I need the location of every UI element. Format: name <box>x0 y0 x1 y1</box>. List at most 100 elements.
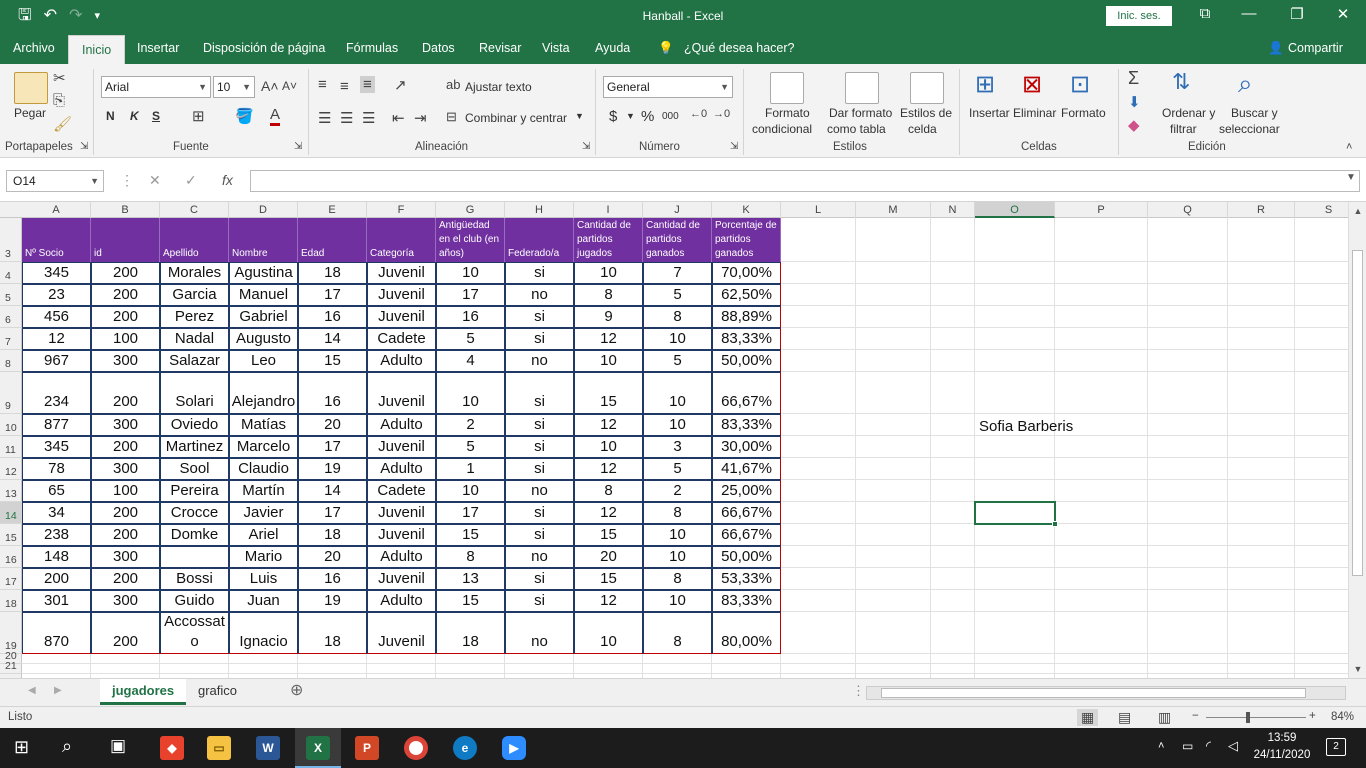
fill-icon[interactable]: ⬇ <box>1128 93 1141 111</box>
table-cell[interactable]: 12 <box>574 414 643 436</box>
table-cell[interactable]: 70,00% <box>712 262 781 284</box>
wifi-icon[interactable]: ◜ <box>1206 738 1211 754</box>
table-cell[interactable]: 10 <box>436 262 505 284</box>
column-header[interactable]: S <box>1295 202 1348 218</box>
table-header-cell[interactable]: Categoría <box>367 218 436 262</box>
currency-button[interactable]: $ <box>609 108 617 125</box>
format-as-table-label-1[interactable]: Dar formato <box>829 106 892 120</box>
table-cell[interactable]: 5 <box>643 284 712 306</box>
table-cell[interactable]: 234 <box>22 372 91 414</box>
table-cell[interactable]: 15 <box>574 524 643 546</box>
table-cell[interactable]: Morales <box>160 262 229 284</box>
horizontal-scrollbar[interactable] <box>866 686 1346 700</box>
table-cell[interactable]: 62,50% <box>712 284 781 306</box>
table-cell[interactable]: 15 <box>574 568 643 590</box>
row-header[interactable]: 9 <box>0 372 22 414</box>
table-cell[interactable]: Cadete <box>367 480 436 502</box>
table-cell[interactable]: 30,00% <box>712 436 781 458</box>
table-cell[interactable]: si <box>505 328 574 350</box>
table-cell[interactable]: 15 <box>298 350 367 372</box>
column-header[interactable]: F <box>367 202 436 218</box>
sheet-tab-grafico[interactable]: grafico <box>186 679 249 705</box>
table-cell[interactable]: si <box>505 502 574 524</box>
decrease-decimal-icon[interactable]: →0 <box>713 108 730 120</box>
table-cell[interactable]: Juvenil <box>367 524 436 546</box>
table-cell[interactable]: 18 <box>436 612 505 654</box>
table-cell[interactable]: Domke <box>160 524 229 546</box>
horizontal-scroll-thumb[interactable] <box>881 688 1306 698</box>
table-cell[interactable]: Crocce <box>160 502 229 524</box>
table-cell[interactable]: 200 <box>91 502 160 524</box>
table-cell[interactable]: Adulto <box>367 590 436 612</box>
row-header[interactable]: 4 <box>0 262 22 284</box>
number-launcher-icon[interactable]: ⇲ <box>730 141 738 152</box>
table-cell[interactable]: Matías <box>229 414 298 436</box>
table-cell[interactable]: Juvenil <box>367 262 436 284</box>
table-cell[interactable]: Augusto <box>229 328 298 350</box>
table-cell[interactable]: 10 <box>643 524 712 546</box>
table-cell[interactable]: 13 <box>436 568 505 590</box>
table-cell[interactable]: 300 <box>91 414 160 436</box>
tab-disposicion[interactable]: Disposición de página <box>203 41 325 55</box>
word-icon[interactable]: W <box>256 736 280 760</box>
table-cell[interactable]: 18 <box>298 612 367 654</box>
table-cell[interactable]: Cadete <box>367 328 436 350</box>
table-cell[interactable]: Juvenil <box>367 502 436 524</box>
table-cell[interactable]: 300 <box>91 458 160 480</box>
table-cell[interactable]: 870 <box>22 612 91 654</box>
table-cell[interactable]: Guido <box>160 590 229 612</box>
borders-icon[interactable]: ⊞ <box>192 107 205 125</box>
cell-styles-label-2[interactable]: celda <box>908 122 937 136</box>
customize-qat-icon[interactable]: ▾ <box>94 6 100 26</box>
grow-font-icon[interactable]: A˄ <box>261 78 279 94</box>
redo-icon[interactable]: ↷ <box>69 6 82 26</box>
table-cell[interactable]: 10 <box>574 262 643 284</box>
fill-color-icon[interactable]: 🪣 <box>235 107 254 125</box>
table-cell[interactable]: 10 <box>574 436 643 458</box>
tab-insertar[interactable]: Insertar <box>137 41 179 55</box>
table-cell[interactable]: Adulto <box>367 414 436 436</box>
tab-inicio[interactable]: Inicio <box>68 35 126 64</box>
column-header[interactable]: O <box>975 202 1055 218</box>
file-explorer-icon[interactable]: ▭ <box>207 736 231 760</box>
table-cell[interactable]: 2 <box>436 414 505 436</box>
table-cell[interactable]: Accossato <box>160 612 229 654</box>
thousands-button[interactable]: 000 <box>662 111 679 122</box>
table-cell[interactable]: 300 <box>91 590 160 612</box>
row-header[interactable]: 19 <box>0 612 22 654</box>
table-cell[interactable]: Solari <box>160 372 229 414</box>
table-header-cell[interactable]: Nombre <box>229 218 298 262</box>
row-header[interactable]: 11 <box>0 436 22 458</box>
column-header[interactable]: B <box>91 202 160 218</box>
align-middle-icon[interactable]: ≡ <box>340 78 349 95</box>
table-cell[interactable]: 456 <box>22 306 91 328</box>
table-cell[interactable]: Juvenil <box>367 436 436 458</box>
column-header[interactable]: N <box>931 202 975 218</box>
table-cell[interactable]: 19 <box>298 590 367 612</box>
table-header-cell[interactable]: Edad <box>298 218 367 262</box>
tell-me-search[interactable]: ¿Qué desea hacer? <box>684 41 795 55</box>
table-cell[interactable]: Manuel <box>229 284 298 306</box>
table-cell[interactable]: 9 <box>574 306 643 328</box>
table-cell[interactable]: 14 <box>298 480 367 502</box>
table-cell[interactable]: 100 <box>91 328 160 350</box>
table-cell[interactable]: Leo <box>229 350 298 372</box>
number-format-select[interactable]: General ▼ <box>603 76 733 98</box>
conditional-format-label-1[interactable]: Formato <box>765 106 810 120</box>
table-header-cell[interactable]: Porcentaje de partidos ganados <box>712 218 781 262</box>
table-cell[interactable]: 17 <box>436 502 505 524</box>
table-cell[interactable]: 50,00% <box>712 546 781 568</box>
battery-icon[interactable]: ▭ <box>1182 739 1193 753</box>
table-cell[interactable]: 4 <box>436 350 505 372</box>
zoom-icon[interactable]: ▶ <box>502 736 526 760</box>
table-cell[interactable]: 20 <box>574 546 643 568</box>
table-cell[interactable]: 2 <box>643 480 712 502</box>
table-header-cell[interactable]: Antigüedad en el club (en años) <box>436 218 505 262</box>
zoom-slider-thumb[interactable] <box>1246 712 1250 723</box>
table-cell[interactable]: si <box>505 458 574 480</box>
table-cell[interactable]: Luis <box>229 568 298 590</box>
table-cell[interactable]: Mario <box>229 546 298 568</box>
table-cell[interactable]: 8 <box>643 612 712 654</box>
table-header-cell[interactable]: Federado/a <box>505 218 574 262</box>
chevron-down-icon[interactable]: ▼ <box>575 111 584 121</box>
